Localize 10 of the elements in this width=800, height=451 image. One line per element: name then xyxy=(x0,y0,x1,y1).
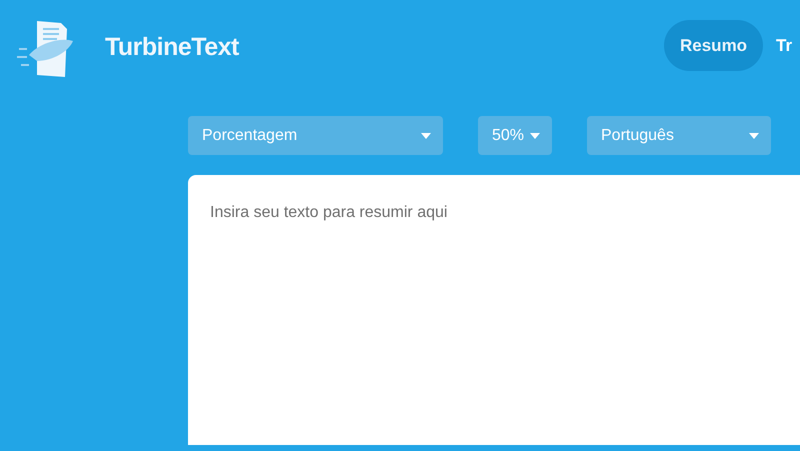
dropdown[interactable]: 50% xyxy=(478,116,552,155)
brand-name: TurbineText xyxy=(105,32,239,64)
nav-tab[interactable]: Resumo xyxy=(664,20,763,71)
dropdown[interactable]: Porcentagem xyxy=(188,116,443,155)
caret-icon xyxy=(421,132,431,138)
dropdown[interactable]: Português xyxy=(587,116,771,155)
caret-icon xyxy=(530,132,540,138)
text-input[interactable]: Insira seu texto para resumir aqui xyxy=(188,175,800,445)
nav-tab[interactable]: Tr xyxy=(776,20,792,71)
caret-icon xyxy=(749,132,759,138)
